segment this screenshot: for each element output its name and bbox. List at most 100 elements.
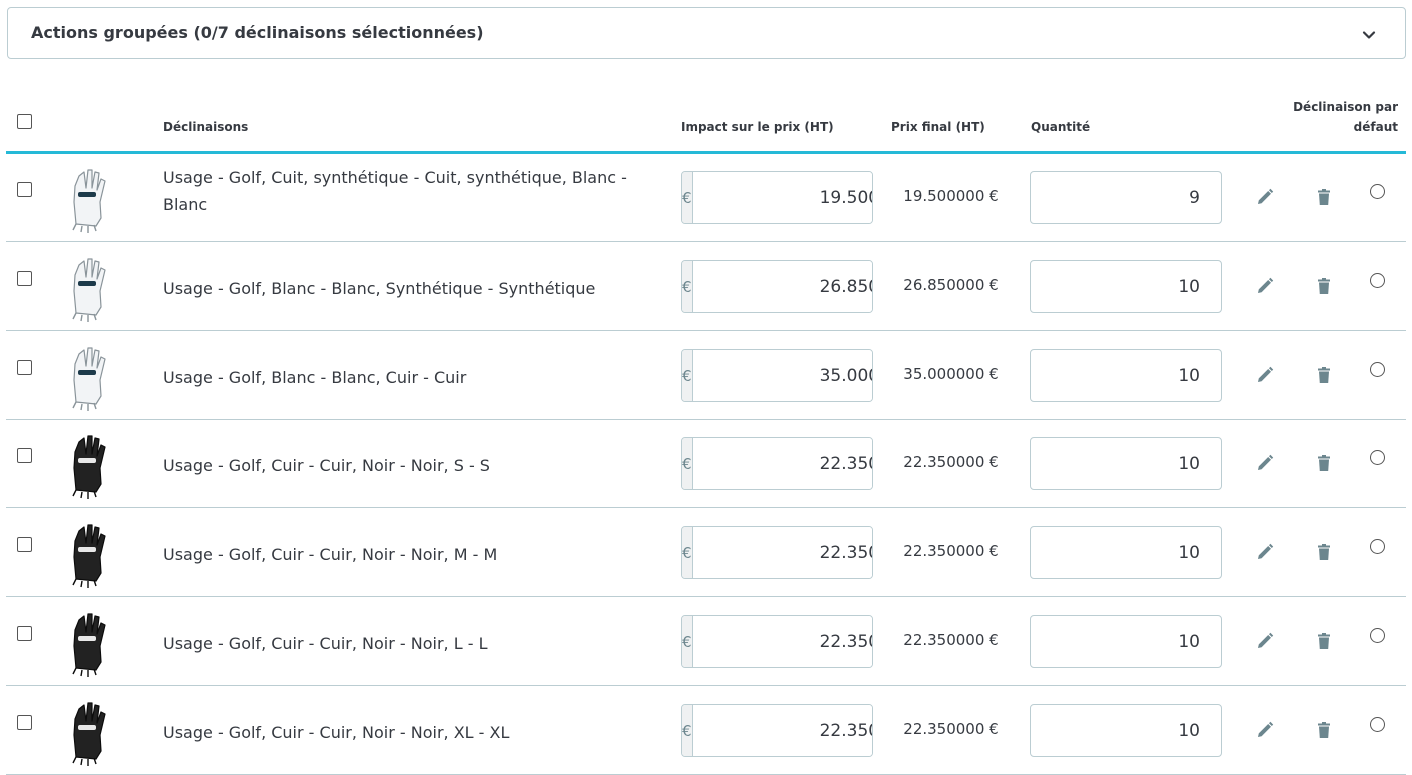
header-default-line2: défaut: [1353, 120, 1398, 134]
final-price: 22.350000 €: [903, 542, 999, 560]
row-divider: [6, 330, 1406, 331]
price-impact-input[interactable]: [692, 261, 872, 312]
default-radio[interactable]: [1370, 273, 1385, 288]
quantity-input[interactable]: [1030, 349, 1222, 402]
product-thumbnail: [60, 695, 116, 767]
pencil-icon: [1258, 721, 1274, 737]
combination-name: Usage - Golf, Cuir - Cuir, Noir - Noir, …: [163, 723, 510, 742]
delete-button[interactable]: [1314, 631, 1334, 651]
final-price: 26.850000 €: [903, 276, 999, 294]
combination-name: Usage - Golf, Cuir - Cuir, Noir - Noir, …: [163, 545, 498, 564]
quantity-input[interactable]: [1030, 260, 1222, 313]
edit-button[interactable]: [1255, 631, 1275, 651]
table-row: Usage - Golf, Cuir - Cuir, Noir - Noir, …: [6, 509, 1406, 597]
final-price: 35.000000 €: [903, 365, 999, 383]
header-price-impact: Impact sur le prix (HT): [681, 120, 834, 134]
product-thumbnail: [60, 340, 116, 412]
currency-addon: €: [682, 350, 693, 401]
combination-name: Usage - Golf, Cuir - Cuir, Noir - Noir, …: [163, 456, 490, 475]
combination-name: Usage - Golf, Cuir - Cuir, Noir - Noir, …: [163, 634, 488, 653]
header-quantity: Quantité: [1031, 120, 1091, 134]
price-impact-group: €: [681, 260, 873, 313]
currency-addon: €: [682, 705, 693, 756]
chevron-down-icon[interactable]: [1360, 26, 1378, 44]
default-radio[interactable]: [1370, 628, 1385, 643]
final-price: 19.500000 €: [903, 187, 999, 205]
quantity-input[interactable]: [1030, 526, 1222, 579]
price-impact-input[interactable]: [692, 705, 872, 756]
final-price: 22.350000 €: [903, 631, 999, 649]
price-impact-group: €: [681, 704, 873, 757]
currency-addon: €: [682, 616, 693, 667]
price-impact-input[interactable]: [692, 527, 872, 578]
quantity-input[interactable]: [1030, 704, 1222, 757]
edit-button[interactable]: [1255, 276, 1275, 296]
quantity-input[interactable]: [1030, 437, 1222, 490]
currency-addon: €: [682, 261, 693, 312]
row-checkbox[interactable]: [17, 715, 32, 730]
row-checkbox[interactable]: [17, 537, 32, 552]
quantity-input[interactable]: [1030, 615, 1222, 668]
price-impact-input[interactable]: [692, 350, 872, 401]
quantity-input[interactable]: [1030, 171, 1222, 224]
header-default: Déclinaison par défaut: [1293, 97, 1398, 137]
edit-button[interactable]: [1255, 187, 1275, 207]
row-checkbox[interactable]: [17, 271, 32, 286]
delete-button[interactable]: [1314, 720, 1334, 740]
default-radio[interactable]: [1370, 362, 1385, 377]
table-row: Usage - Golf, Cuit, synthétique - Cuit, …: [6, 154, 1406, 242]
default-radio[interactable]: [1370, 450, 1385, 465]
edit-button[interactable]: [1255, 365, 1275, 385]
bulk-actions-panel[interactable]: Actions groupées (0/7 déclinaisons sélec…: [7, 7, 1406, 59]
edit-button[interactable]: [1255, 720, 1275, 740]
select-all-checkbox[interactable]: [17, 114, 32, 129]
default-radio[interactable]: [1370, 184, 1385, 199]
currency-addon: €: [682, 527, 693, 578]
price-impact-input[interactable]: [692, 616, 872, 667]
row-checkbox[interactable]: [17, 626, 32, 641]
pencil-icon: [1258, 454, 1274, 470]
default-radio[interactable]: [1370, 539, 1385, 554]
price-impact-group: €: [681, 526, 873, 579]
row-checkbox[interactable]: [17, 448, 32, 463]
table-row: Usage - Golf, Cuir - Cuir, Noir - Noir, …: [6, 598, 1406, 686]
delete-button[interactable]: [1314, 365, 1334, 385]
price-impact-group: €: [681, 437, 873, 490]
pencil-icon: [1258, 188, 1274, 204]
product-thumbnail: [60, 162, 116, 234]
trash-icon: [1318, 722, 1330, 738]
row-checkbox[interactable]: [17, 182, 32, 197]
table-row: Usage - Golf, Blanc - Blanc, Synthétique…: [6, 243, 1406, 331]
price-impact-group: €: [681, 615, 873, 668]
table-row: Usage - Golf, Cuir - Cuir, Noir - Noir, …: [6, 420, 1406, 508]
bulk-actions-title: Actions groupées (0/7 déclinaisons sélec…: [31, 23, 484, 42]
pencil-icon: [1258, 277, 1274, 293]
edit-button[interactable]: [1255, 542, 1275, 562]
table-row: Usage - Golf, Cuir - Cuir, Noir - Noir, …: [6, 687, 1406, 775]
trash-icon: [1318, 189, 1330, 205]
pencil-icon: [1258, 366, 1274, 382]
row-checkbox[interactable]: [17, 360, 32, 375]
pencil-icon: [1258, 632, 1274, 648]
currency-addon: €: [682, 172, 693, 223]
trash-icon: [1318, 544, 1330, 560]
delete-button[interactable]: [1314, 453, 1334, 473]
combination-name: Usage - Golf, Blanc - Blanc, Synthétique…: [163, 279, 596, 298]
row-divider: [6, 507, 1406, 508]
delete-button[interactable]: [1314, 276, 1334, 296]
row-divider: [6, 596, 1406, 597]
delete-button[interactable]: [1314, 542, 1334, 562]
header-combinations: Déclinaisons: [163, 120, 249, 134]
trash-icon: [1318, 367, 1330, 383]
final-price: 22.350000 €: [903, 453, 999, 471]
edit-button[interactable]: [1255, 453, 1275, 473]
price-impact-input[interactable]: [692, 438, 872, 489]
delete-button[interactable]: [1314, 187, 1334, 207]
price-impact-input[interactable]: [692, 172, 872, 223]
header-final-price: Prix final (HT): [891, 120, 985, 134]
default-radio[interactable]: [1370, 717, 1385, 732]
header-default-line1: Déclinaison par: [1293, 100, 1398, 114]
product-thumbnail: [60, 517, 116, 589]
trash-icon: [1318, 278, 1330, 294]
combination-name: Usage - Golf, Cuit, synthétique - Cuit, …: [163, 168, 627, 214]
